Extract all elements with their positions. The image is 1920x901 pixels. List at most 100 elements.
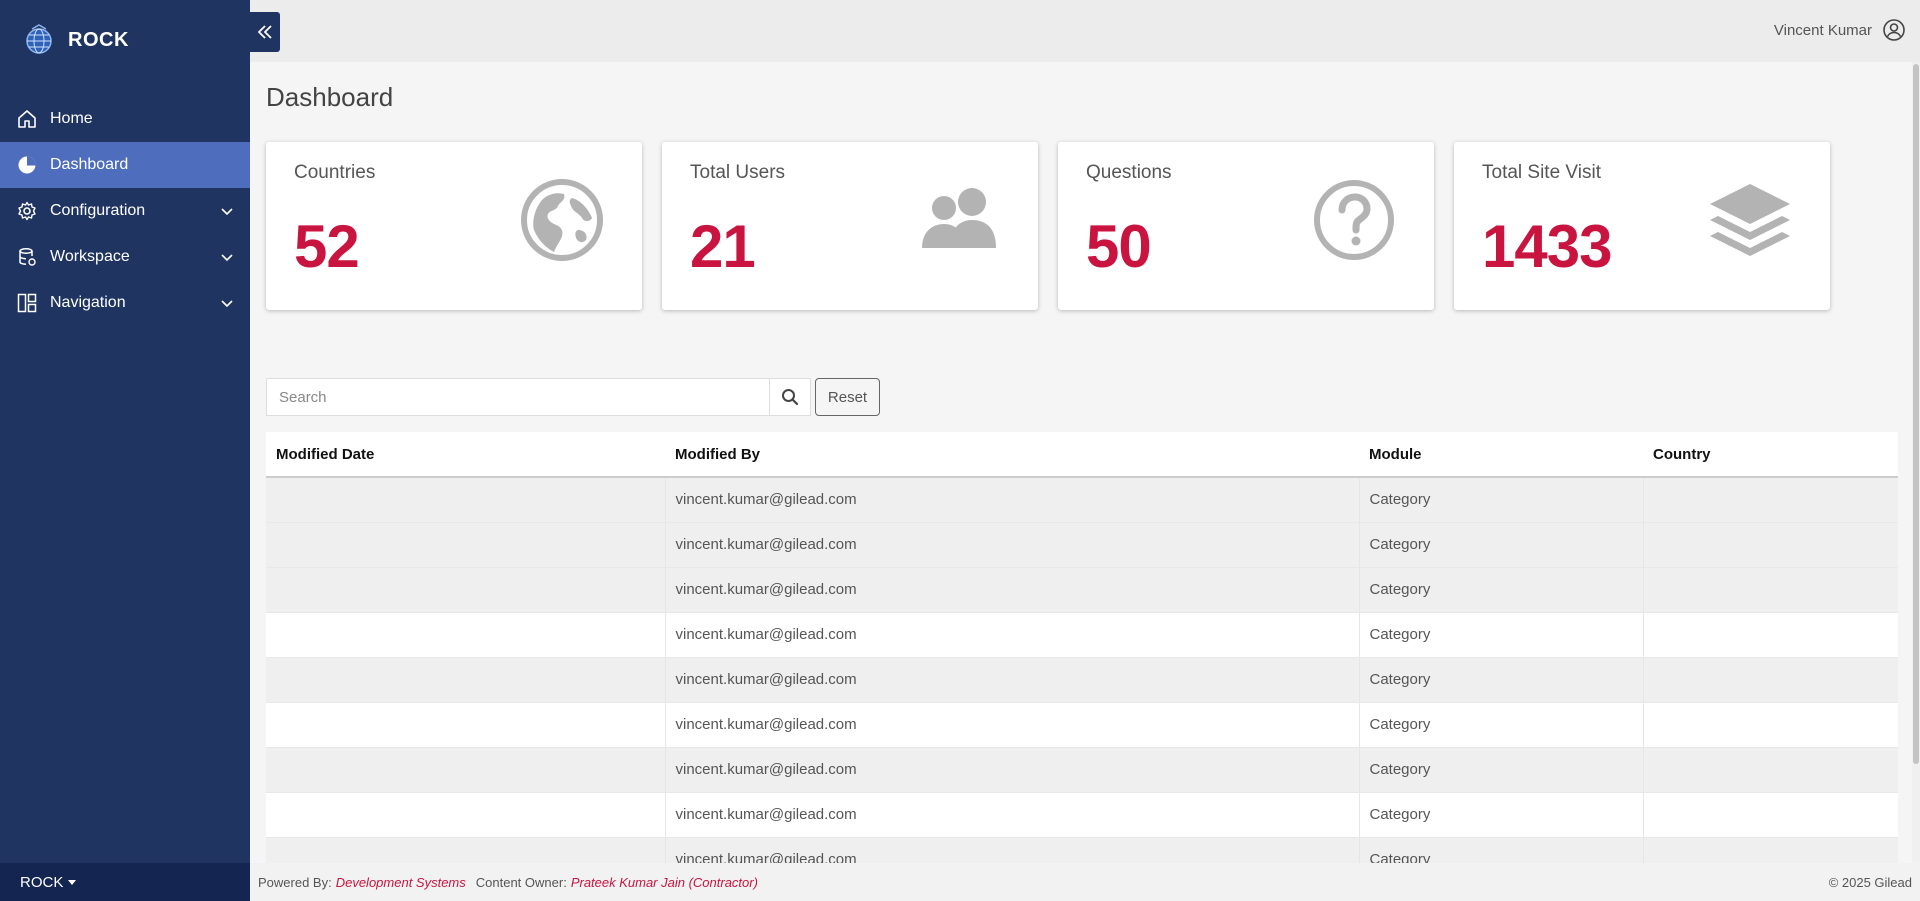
card-title: Total Site Visit bbox=[1482, 162, 1601, 183]
table-row[interactable]: vincent.kumar@gilead.com Category bbox=[266, 612, 1898, 658]
sidebar-item-configuration[interactable]: Configuration bbox=[0, 188, 250, 234]
cell-module: Category bbox=[1359, 567, 1644, 613]
cell-module: Category bbox=[1359, 612, 1644, 658]
layers-icon bbox=[1710, 184, 1790, 256]
reset-button[interactable]: Reset bbox=[815, 378, 880, 416]
cell-country bbox=[1643, 567, 1898, 613]
sidebar: ROCK Home Dashboard Configuration Worksp… bbox=[0, 0, 250, 901]
collapse-sidebar-button[interactable] bbox=[250, 12, 280, 52]
table-header-row: Modified Date Modified By Module Country bbox=[266, 432, 1898, 478]
card-value: 52 bbox=[294, 213, 360, 280]
cell-module: Category bbox=[1359, 792, 1644, 838]
user-menu[interactable]: Vincent Kumar bbox=[1774, 18, 1906, 42]
column-header-country[interactable]: Country bbox=[1643, 432, 1898, 478]
cell-module: Category bbox=[1359, 477, 1644, 523]
cell-modified-by: vincent.kumar@gilead.com bbox=[665, 477, 1360, 523]
cell-module: Category bbox=[1359, 657, 1644, 703]
cell-modified-by: vincent.kumar@gilead.com bbox=[665, 837, 1360, 863]
double-chevron-left-icon bbox=[257, 25, 272, 39]
content-owner-link[interactable]: Prateek Kumar Jain (Contractor) bbox=[571, 875, 758, 890]
cell-modified-date bbox=[266, 567, 666, 613]
sidebar-nav: Home Dashboard Configuration Workspace N… bbox=[0, 96, 250, 326]
table-row[interactable]: vincent.kumar@gilead.com Category bbox=[266, 657, 1898, 703]
search-bar: Reset bbox=[266, 378, 880, 416]
page-scrollbar[interactable] bbox=[1912, 62, 1920, 863]
column-header-modified-date[interactable]: Modified Date bbox=[266, 432, 665, 478]
card-value: 50 bbox=[1086, 213, 1152, 280]
table-row[interactable]: vincent.kumar@gilead.com Category bbox=[266, 702, 1898, 748]
cell-modified-date bbox=[266, 612, 666, 658]
cell-module: Category bbox=[1359, 702, 1644, 748]
cell-country bbox=[1643, 657, 1898, 703]
cell-modified-date bbox=[266, 837, 666, 863]
sidebar-item-workspace[interactable]: Workspace bbox=[0, 234, 250, 280]
caret-down-icon bbox=[68, 879, 77, 885]
cell-module: Category bbox=[1359, 522, 1644, 568]
cell-modified-by: vincent.kumar@gilead.com bbox=[665, 567, 1360, 613]
stat-card-total-site-visit: Total Site Visit 1433 bbox=[1454, 142, 1830, 310]
page-footer: Powered By: Development Systems Content … bbox=[250, 863, 1920, 901]
user-circle-icon bbox=[1883, 19, 1905, 41]
table-row[interactable]: vincent.kumar@gilead.com Category bbox=[266, 792, 1898, 838]
chevron-down-icon bbox=[221, 300, 233, 308]
cell-modified-date bbox=[266, 477, 666, 523]
pie-chart-icon bbox=[16, 154, 38, 176]
stat-cards: Countries 52 Total Users 21 Questions 50 bbox=[266, 142, 1850, 310]
copyright: © 2025 Gilead bbox=[1828, 874, 1912, 890]
stat-card-questions: Questions 50 bbox=[1058, 142, 1434, 310]
database-icon bbox=[16, 246, 38, 268]
card-value: 21 bbox=[690, 213, 756, 280]
cell-modified-date bbox=[266, 702, 666, 748]
stat-card-total-users: Total Users 21 bbox=[662, 142, 1038, 310]
top-bar: Vincent Kumar bbox=[250, 0, 1920, 62]
table-row[interactable]: vincent.kumar@gilead.com Category bbox=[266, 567, 1898, 613]
cell-country bbox=[1643, 702, 1898, 748]
main-content: Dashboard Countries 52 Total Users 21 Qu… bbox=[250, 62, 1920, 863]
app-switcher-label: ROCK bbox=[20, 873, 64, 891]
table-row[interactable]: vincent.kumar@gilead.com Category bbox=[266, 837, 1898, 863]
cell-country bbox=[1643, 747, 1898, 793]
globe-icon bbox=[521, 179, 603, 261]
sidebar-item-label: Navigation bbox=[50, 294, 126, 311]
sidebar-item-dashboard[interactable]: Dashboard bbox=[0, 142, 250, 188]
cell-country bbox=[1643, 837, 1898, 863]
cell-modified-date bbox=[266, 657, 666, 703]
cell-module: Category bbox=[1359, 747, 1644, 793]
cell-country bbox=[1643, 522, 1898, 568]
sidebar-item-navigation[interactable]: Navigation bbox=[0, 280, 250, 326]
cell-modified-by: vincent.kumar@gilead.com bbox=[665, 747, 1360, 793]
cell-country bbox=[1643, 792, 1898, 838]
cell-modified-date bbox=[266, 792, 666, 838]
column-header-module[interactable]: Module bbox=[1359, 432, 1643, 478]
cell-modified-by: vincent.kumar@gilead.com bbox=[665, 657, 1360, 703]
sidebar-item-label: Configuration bbox=[50, 202, 146, 219]
powered-by-link[interactable]: Development Systems bbox=[336, 875, 466, 890]
app-switcher-dropdown[interactable]: ROCK bbox=[0, 863, 250, 901]
cell-country bbox=[1643, 612, 1898, 658]
chevron-down-icon bbox=[221, 208, 233, 216]
search-button[interactable] bbox=[769, 378, 811, 416]
powered-by-label: Powered By: bbox=[258, 874, 332, 890]
column-header-modified-by[interactable]: Modified By bbox=[665, 432, 1359, 478]
card-title: Countries bbox=[294, 162, 376, 183]
table-row[interactable]: vincent.kumar@gilead.com Category bbox=[266, 477, 1898, 523]
cell-modified-by: vincent.kumar@gilead.com bbox=[665, 612, 1360, 658]
brand[interactable]: ROCK bbox=[0, 0, 250, 80]
chevron-down-icon bbox=[221, 254, 233, 262]
search-input[interactable] bbox=[266, 378, 769, 416]
user-name: Vincent Kumar bbox=[1773, 21, 1872, 39]
home-icon bbox=[16, 108, 38, 130]
content-owner-label: Content Owner: bbox=[475, 874, 567, 890]
sidebar-item-home[interactable]: Home bbox=[0, 96, 250, 142]
card-title: Total Users bbox=[690, 162, 786, 183]
sidebar-item-label: Home bbox=[50, 110, 93, 127]
scrollbar-thumb[interactable] bbox=[1913, 64, 1919, 764]
layout-icon bbox=[16, 292, 38, 314]
table-row[interactable]: vincent.kumar@gilead.com Category bbox=[266, 747, 1898, 793]
cell-modified-date bbox=[266, 747, 666, 793]
cell-module: Category bbox=[1359, 837, 1644, 863]
gear-icon bbox=[16, 200, 38, 222]
brand-name: ROCK bbox=[68, 28, 129, 51]
stat-card-countries: Countries 52 bbox=[266, 142, 642, 310]
table-row[interactable]: vincent.kumar@gilead.com Category bbox=[266, 522, 1898, 568]
